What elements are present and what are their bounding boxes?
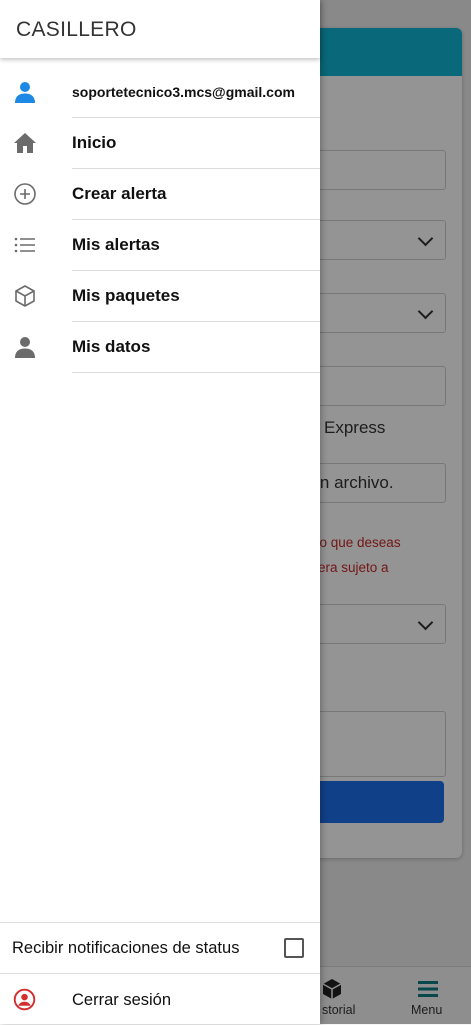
drawer-item-label: Mis paquetes (72, 286, 180, 305)
drawer-title: CASILLERO (16, 18, 137, 41)
logout-label: Cerrar sesión (72, 991, 172, 1009)
drawer-item-inicio[interactable]: Inicio (0, 118, 320, 169)
person-icon (15, 337, 35, 358)
drawer-item-mis-alertas[interactable]: Mis alertas (0, 220, 320, 271)
package-icon (15, 285, 35, 307)
drawer-item-label: Crear alerta (72, 184, 167, 203)
drawer-item-mis-datos[interactable]: Mis datos (0, 322, 320, 373)
notifications-toggle-row[interactable]: Recibir notificaciones de status (0, 923, 320, 973)
list-icon (14, 237, 35, 253)
logout-row[interactable]: Cerrar sesión (0, 974, 320, 1024)
drawer-item-label: Inicio (72, 133, 117, 152)
navigation-drawer: CASILLERO soportetecnico3.mcs@gmail.com … (0, 0, 320, 1024)
drawer-item-mis-paquetes[interactable]: Mis paquetes (0, 271, 320, 322)
drawer-item-crear-alerta[interactable]: Crear alerta (0, 169, 320, 220)
drawer-header: CASILLERO (0, 0, 320, 58)
drawer-item-label: Mis datos (72, 337, 151, 356)
user-icon (15, 82, 35, 103)
home-icon (14, 133, 36, 153)
notifications-checkbox[interactable] (284, 938, 304, 958)
drawer-user-row: soportetecnico3.mcs@gmail.com (0, 67, 320, 118)
user-email: soportetecnico3.mcs@gmail.com (72, 84, 295, 100)
account-circle-icon (13, 988, 36, 1011)
plus-circle-icon (14, 183, 36, 205)
divider (72, 372, 320, 373)
drawer-item-label: Mis alertas (72, 235, 160, 254)
notifications-label: Recibir notificaciones de status (12, 939, 240, 957)
